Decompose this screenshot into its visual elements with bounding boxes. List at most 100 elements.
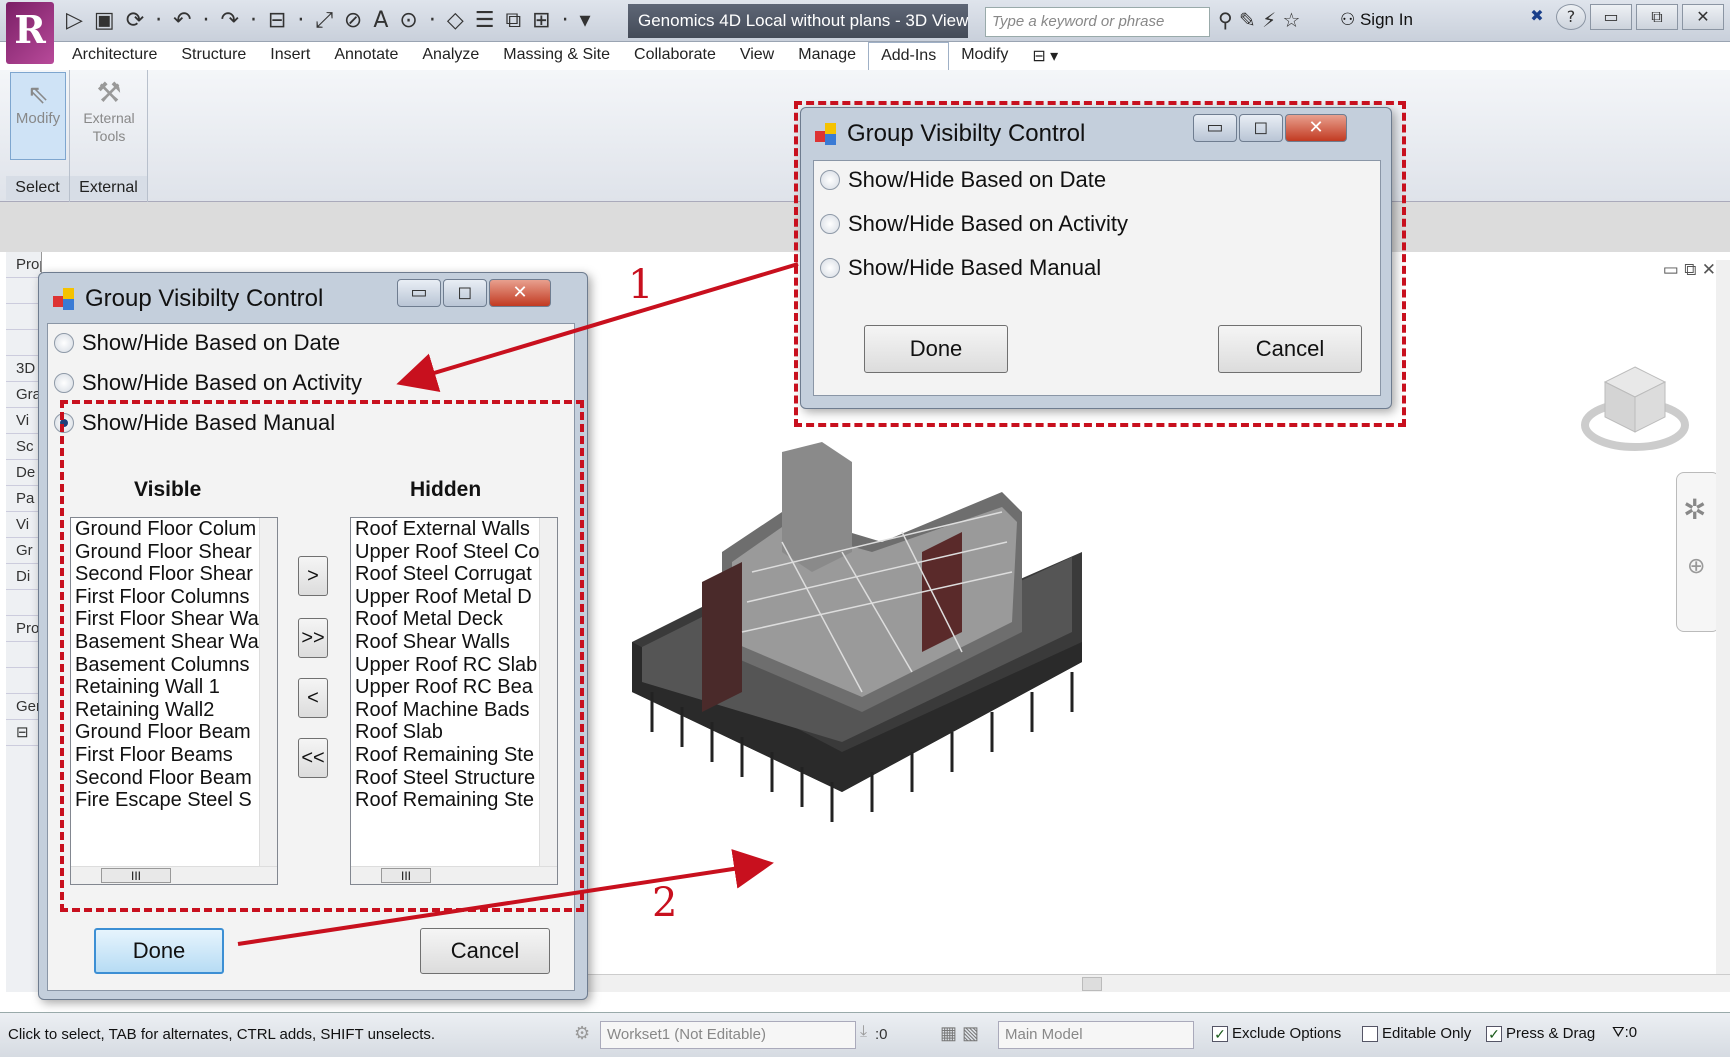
navigation-bar[interactable]: ✲ ⊕: [1676, 472, 1720, 632]
exclude-options-label: Exclude Options: [1232, 1025, 1342, 1042]
viewcube-icon[interactable]: [1580, 347, 1690, 457]
design-option-dropdown[interactable]: Main Model: [998, 1021, 1194, 1049]
dialog-title-bar: Group Visibilty Control: [53, 285, 323, 313]
annotation-box-2: [60, 400, 584, 912]
filter-icon: ⛛: [1612, 1023, 1625, 1041]
modify-tool-button[interactable]: ⇖ Modify: [10, 72, 66, 160]
modify-label: Modify: [15, 110, 61, 127]
editable-only-checkbox[interactable]: Editable Only: [1362, 1025, 1471, 1042]
annotation-box-1: [794, 101, 1406, 427]
cursor-icon: ⇖: [27, 79, 49, 109]
tab-analyze[interactable]: Analyze: [410, 42, 491, 70]
property-row[interactable]: Pro: [6, 616, 41, 642]
press-drag-checkbox[interactable]: ✓ Press & Drag: [1486, 1025, 1595, 1042]
quick-access-toolbar[interactable]: ▷ ▣ ⟳ · ↶ · ↷ · ⊟ · ⤢ ⊘ A ⊙ · ◇ ☰ ⧉ ⊞ · …: [66, 8, 593, 33]
property-row[interactable]: [6, 642, 41, 668]
view-window-controls[interactable]: ▭ ⧉ ✕: [1663, 260, 1716, 280]
sign-in-link[interactable]: ⚇ Sign In: [1340, 10, 1413, 30]
property-row[interactable]: Vi: [6, 408, 41, 434]
property-row[interactable]: [6, 590, 41, 616]
panel-label-select: Select: [6, 176, 69, 200]
property-row[interactable]: [6, 330, 41, 356]
press-drag-label: Press & Drag: [1506, 1025, 1596, 1042]
window-title: Genomics 4D Local without plans - 3D Vie…: [628, 4, 968, 38]
scroll-thumb[interactable]: [1082, 977, 1102, 991]
minimize-button[interactable]: ▭: [1590, 4, 1632, 30]
property-row[interactable]: [6, 668, 41, 694]
steering-wheel-icon[interactable]: ✲: [1683, 493, 1706, 526]
property-row[interactable]: Prop: [6, 252, 41, 278]
annotation-label-2: 2: [652, 880, 678, 926]
tab-structure[interactable]: Structure: [169, 42, 258, 70]
worksets-icon[interactable]: ⚙: [574, 1023, 590, 1044]
checkbox-press-drag[interactable]: ✓: [1486, 1025, 1502, 1042]
ribbon-options-icon[interactable]: ⊟ ▾: [1020, 42, 1070, 70]
tab-massing-site[interactable]: Massing & Site: [491, 42, 622, 70]
tab-view[interactable]: View: [728, 42, 786, 70]
tab-annotate[interactable]: Annotate: [322, 42, 410, 70]
tools-icon: ⚒: [96, 77, 122, 108]
radio-activity[interactable]: [54, 373, 74, 393]
status-bar: Click to select, TAB for alternates, CTR…: [0, 1012, 1730, 1057]
property-row[interactable]: [6, 278, 41, 304]
panel-label-external: External: [70, 176, 147, 200]
status-hint: Click to select, TAB for alternates, CTR…: [8, 1026, 436, 1043]
external-tools-button[interactable]: ⚒ External Tools: [74, 72, 144, 160]
tab-collaborate[interactable]: Collaborate: [622, 42, 728, 70]
property-row[interactable]: Vi: [6, 512, 41, 538]
property-row[interactable]: Gen: [6, 694, 41, 720]
zoom-icon[interactable]: ⊕: [1687, 553, 1705, 579]
maximize-button[interactable]: ◻: [443, 279, 487, 307]
app-window-icon: [53, 288, 75, 310]
option-label: Show/Hide Based on Activity: [82, 370, 363, 395]
exchange-icon[interactable]: ✖: [1522, 4, 1552, 30]
selection-filter[interactable]: ⛛:0: [1612, 1023, 1637, 1041]
checkbox-exclude-options[interactable]: ✓: [1212, 1025, 1228, 1042]
property-row[interactable]: [6, 304, 41, 330]
property-row[interactable]: 3D: [6, 356, 41, 382]
property-row[interactable]: ⊟: [6, 720, 41, 746]
application-menu-button[interactable]: R: [6, 2, 54, 64]
tab-modify[interactable]: Modify: [949, 42, 1020, 70]
tab-architecture[interactable]: Architecture: [60, 42, 169, 70]
dialog-title: Group Visibilty Control: [85, 285, 324, 312]
annotation-label-1: 1: [628, 262, 654, 308]
close-button[interactable]: ✕: [489, 279, 551, 307]
sign-in-label: Sign In: [1359, 10, 1413, 29]
window-controls: ✖ ? ▭ ⧉ ✕: [1522, 4, 1724, 30]
close-window-button[interactable]: ✕: [1682, 4, 1724, 30]
option-activity[interactable]: Show/Hide Based on Activity: [54, 370, 362, 396]
tab-add-ins[interactable]: Add-Ins: [868, 42, 950, 70]
property-row[interactable]: Gr: [6, 538, 41, 564]
property-row[interactable]: De: [6, 460, 41, 486]
external-panel: ⚒ External Tools External: [70, 70, 148, 202]
tab-manage[interactable]: Manage: [786, 42, 868, 70]
option-label: Show/Hide Based on Date: [82, 330, 341, 355]
restore-button[interactable]: ⧉: [1636, 4, 1678, 30]
done-button[interactable]: Done: [94, 928, 224, 974]
help-search-input[interactable]: Type a keyword or phrase: [985, 7, 1210, 37]
ribbon-tabs: Architecture Structure Insert Annotate Analy…: [60, 42, 1070, 70]
property-row[interactable]: Di: [6, 564, 41, 590]
vertical-scrollbar[interactable]: [1716, 260, 1730, 980]
editable-only-label: Editable Only: [1382, 1025, 1472, 1042]
workset-dropdown[interactable]: Workset1 (Not Editable): [600, 1021, 856, 1049]
property-row[interactable]: Sc: [6, 434, 41, 460]
sync-icon[interactable]: ⤓: [860, 1023, 867, 1041]
radio-date[interactable]: [54, 333, 74, 353]
filter-count: :0: [1624, 1024, 1638, 1041]
checkbox-editable-only[interactable]: [1362, 1025, 1378, 1042]
infocenter-tools[interactable]: ⚲ ✎ ⚡ ☆: [1218, 8, 1300, 32]
dialog-window-controls: ▭ ◻ ✕: [397, 279, 551, 307]
option-date[interactable]: Show/Hide Based on Date: [54, 330, 340, 356]
tab-insert[interactable]: Insert: [258, 42, 322, 70]
help-button[interactable]: ?: [1556, 4, 1586, 30]
minimize-button[interactable]: ▭: [397, 279, 441, 307]
title-bar: ▷ ▣ ⟳ · ↶ · ↷ · ⊟ · ⤢ ⊘ A ⊙ · ◇ ☰ ⧉ ⊞ · …: [0, 0, 1730, 42]
exclude-options-checkbox[interactable]: ✓ Exclude Options: [1212, 1025, 1341, 1042]
property-row[interactable]: Pa: [6, 486, 41, 512]
cancel-button[interactable]: Cancel: [420, 928, 550, 974]
property-row[interactable]: Gra: [6, 382, 41, 408]
building-3d-model: [632, 442, 1082, 822]
design-options-icon[interactable]: ▦ ▧: [940, 1023, 979, 1044]
